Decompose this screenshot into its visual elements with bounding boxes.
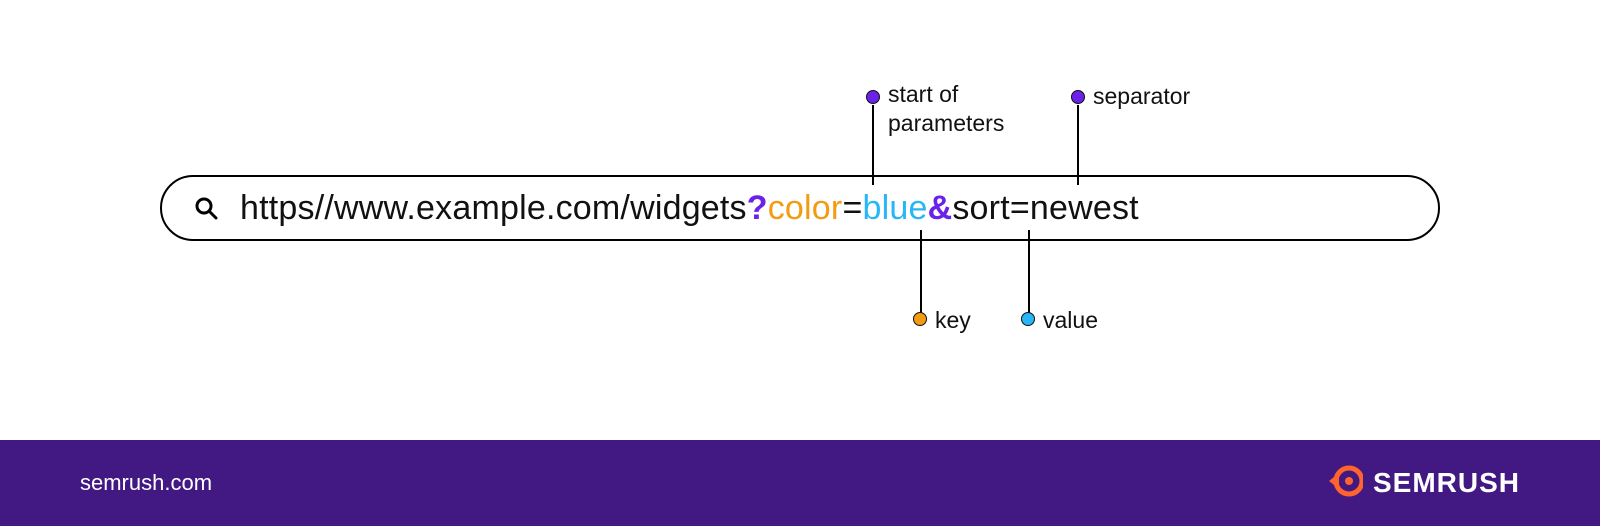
annotation-value-text: value: [1043, 307, 1098, 333]
annotation-value: value: [1043, 306, 1098, 335]
url-base: https//www.example.com/widgets: [240, 189, 747, 227]
connector-key: [920, 230, 922, 315]
brand-name: SEMRUSH: [1373, 467, 1520, 499]
start-of-parameters-dot: [866, 90, 880, 104]
url-text: https//www.example.com/widgets?color=blu…: [240, 189, 1139, 228]
annotation-key-text: key: [935, 307, 971, 333]
url-qmark: ?: [747, 189, 768, 227]
key-dot: [913, 312, 927, 326]
url-sep: &: [928, 189, 953, 227]
brand: SEMRUSH: [1329, 464, 1520, 503]
annotation-start-of-parameters-l1: start of: [888, 80, 1004, 109]
url-eq2: =: [1010, 189, 1030, 227]
annotation-key: key: [935, 306, 971, 335]
annotation-start-of-parameters-l2: parameters: [888, 109, 1004, 138]
url-val1: blue: [863, 189, 928, 227]
connector-start-of-parameters: [872, 105, 874, 185]
footer: semrush.com SEMRUSH: [0, 440, 1600, 526]
url-bar: https//www.example.com/widgets?color=blu…: [160, 175, 1440, 241]
annotation-start-of-parameters: start of parameters: [888, 80, 1004, 138]
url-key2: sort: [952, 189, 1009, 227]
value-dot: [1021, 312, 1035, 326]
footer-site-url: semrush.com: [80, 470, 212, 496]
url-key1: color: [768, 189, 843, 227]
connector-value: [1028, 230, 1030, 315]
annotation-separator: separator: [1093, 82, 1190, 111]
brand-icon: [1329, 464, 1363, 503]
diagram-canvas: https//www.example.com/widgets?color=blu…: [0, 0, 1600, 440]
connector-separator: [1077, 105, 1079, 185]
search-icon: [194, 196, 218, 220]
annotation-separator-text: separator: [1093, 83, 1190, 109]
url-eq1: =: [842, 189, 862, 227]
separator-dot: [1071, 90, 1085, 104]
url-val2: newest: [1030, 189, 1139, 227]
